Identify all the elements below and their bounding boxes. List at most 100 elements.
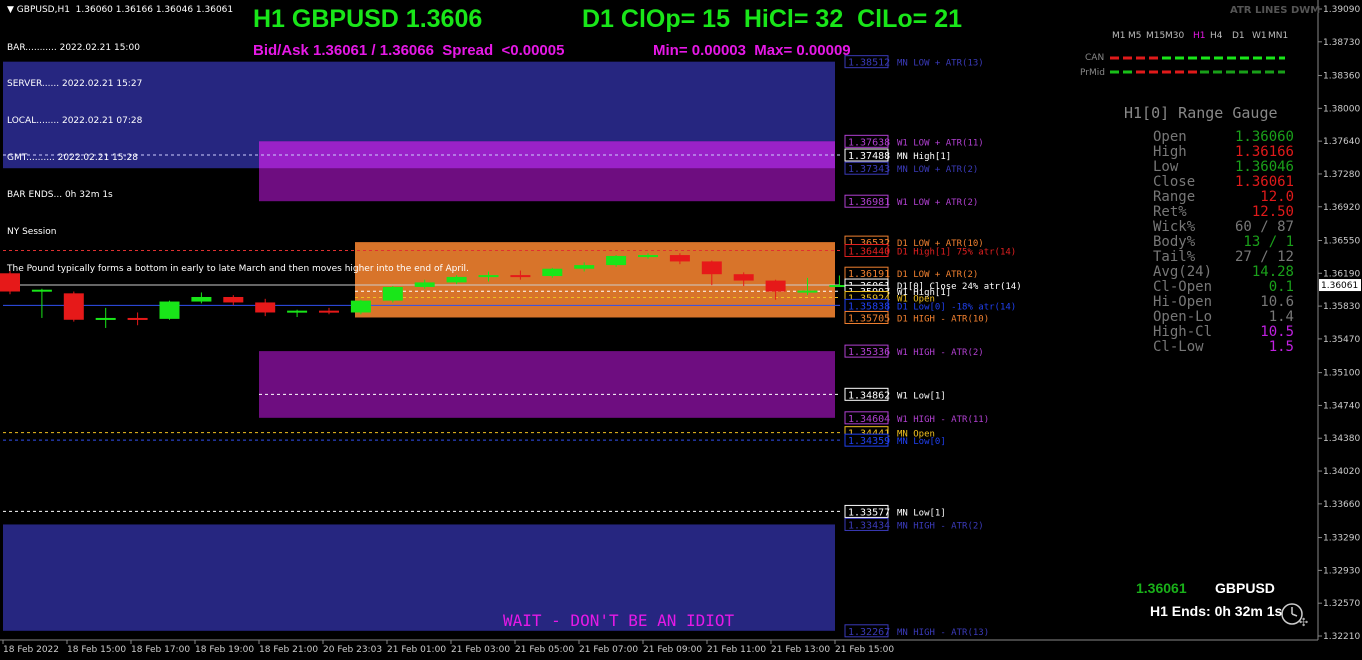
candle: [223, 295, 244, 306]
crosshair-icon[interactable]: ✣: [1299, 616, 1308, 629]
headline-stats: D1 ClOp= 15 HiCl= 32 ClLo= 21: [582, 5, 963, 33]
gauge-label: Cl-Low: [1153, 339, 1204, 355]
bottom-price: 1.36061: [1136, 580, 1187, 596]
trend-dashes: [1110, 56, 1285, 74]
tf-w1[interactable]: W1: [1252, 31, 1267, 41]
level-price: 1.37343: [848, 164, 890, 175]
gauge-value: 1.36046: [1234, 159, 1294, 175]
level-price: 1.36981: [848, 197, 890, 208]
time-tick-label: 21 Feb 05:00: [515, 645, 574, 655]
gauge-label: High-Cl: [1153, 324, 1213, 340]
time-tick-label: 18 Feb 2022: [3, 645, 59, 655]
candle: [255, 298, 276, 317]
tf-m1[interactable]: M1: [1112, 31, 1126, 41]
level-price: 1.33577: [848, 507, 890, 518]
level-label: MN HIGH - ATR(13): [897, 628, 989, 638]
time-tick-label: 18 Feb 17:00: [131, 645, 190, 655]
price-tick-label: 1.35830: [1323, 302, 1360, 312]
info-gmt-time: GMT.......... 2022.02.21 15:28: [7, 153, 138, 164]
info-local-time: LOCAL........ 2022.02.21 07:28: [7, 116, 143, 127]
candle: [63, 291, 84, 322]
time-tick-label: 18 Feb 15:00: [67, 645, 126, 655]
price-tick-label: 1.39090: [1323, 5, 1360, 15]
price-tick-label: 1.36190: [1323, 269, 1360, 279]
time-tick-label: 21 Feb 07:00: [579, 645, 638, 655]
level-price: 1.34359: [848, 436, 890, 447]
level-marker: 1.35705 D1 HIGH - ATR(10): [844, 310, 989, 324]
gauge-value: 60 / 87: [1234, 219, 1294, 235]
price-tick-label: 1.36550: [1323, 236, 1360, 246]
candle: [287, 309, 308, 318]
level-marker: 1.37488 MN High[1]: [844, 148, 951, 162]
time-tick-label: 20 Feb 23:03: [323, 645, 382, 655]
level-price: 1.37488: [848, 151, 890, 162]
level-price: 1.35705: [848, 313, 890, 324]
level-label: W1 LOW + ATR(11): [897, 138, 984, 148]
level-label: W1 LOW + ATR(2): [897, 198, 978, 208]
symbol-header: ▼ GBPUSD,H1 1.36060 1.36166 1.36046 1.36…: [7, 4, 233, 16]
tf-m30[interactable]: M30: [1165, 31, 1184, 41]
level-price: 1.36440: [848, 247, 890, 258]
gauge-value: 1.36166: [1234, 144, 1294, 160]
bottom-symbol: GBPUSD: [1215, 580, 1275, 596]
bar-ends-label: H1 Ends: 0h 32m 1s: [1150, 603, 1283, 619]
price-tick-label: 1.37280: [1323, 170, 1360, 180]
level-label: MN Low[0]: [897, 437, 946, 447]
tf-m15[interactable]: M15: [1146, 31, 1165, 41]
level-marker: 1.32267 MN HIGH - ATR(13): [844, 624, 989, 638]
level-label: D1 HIGH - ATR(10): [897, 314, 989, 324]
price-tick-label: 1.32930: [1323, 566, 1360, 576]
info-seasonal-note: The Pound typically forms a bottom in ea…: [7, 263, 469, 274]
price-tick-label: 1.34380: [1323, 434, 1360, 444]
candle: [319, 307, 339, 315]
level-marker: 1.33434 MN HIGH - ATR(2): [844, 517, 984, 531]
gauge-label: Tail%: [1153, 249, 1196, 265]
gauge-title: H1[0] Range Gauge: [1124, 104, 1278, 122]
headline-title: H1 GBPUSD 1.3606: [253, 5, 483, 33]
tf-h4[interactable]: H4: [1210, 31, 1223, 41]
time-tick-label: 21 Feb 01:00: [387, 645, 446, 655]
gauge-label: Open-Lo: [1153, 309, 1213, 325]
level-label: MN High[1]: [897, 152, 951, 162]
level-marker: 1.33577 MN Low[1]: [844, 504, 946, 518]
info-server-time: SERVER...... 2022.02.21 15:27: [7, 79, 143, 90]
candle: [159, 300, 180, 320]
gauge-label: Ret%: [1153, 204, 1187, 220]
candle: [95, 307, 116, 328]
level-label: W1 HIGH - ATR(2): [897, 348, 984, 358]
price-tick-label: 1.36920: [1323, 203, 1360, 213]
gauge-label: Wick%: [1153, 219, 1196, 235]
current-price-label: 1.36061: [1321, 281, 1358, 291]
price-tick-label: 1.38360: [1323, 72, 1360, 82]
gauge-value: 10.5: [1260, 324, 1294, 340]
tf-d1[interactable]: D1: [1232, 31, 1245, 41]
level-label: MN Low[1]: [897, 508, 946, 518]
price-tick-label: 1.32570: [1323, 599, 1360, 609]
level-label: D1 Low[0] -18% atr(14): [897, 302, 1016, 312]
indicator-name: ATR LINES DWM: [1230, 5, 1321, 16]
warning-message: WAIT - DON'T BE AN IDIOT: [503, 611, 735, 630]
level-price: 1.33434: [848, 520, 890, 531]
info-bar-ends: BAR ENDS... 0h 32m 1s: [7, 190, 113, 201]
price-tick-label: 1.38730: [1323, 38, 1360, 48]
gauge-label: Low: [1153, 159, 1179, 175]
tf-m5[interactable]: M5: [1128, 31, 1142, 41]
tf-mn1[interactable]: MN1: [1268, 31, 1288, 41]
price-tick-label: 1.37640: [1323, 137, 1360, 147]
level-price: 1.34604: [848, 414, 890, 425]
level-price: 1.37638: [848, 137, 890, 148]
min-max: Min= 0.00003 Max= 0.00009: [653, 42, 851, 59]
level-label: MN LOW + ATR(2): [897, 165, 978, 175]
time-tick-label: 18 Feb 19:00: [195, 645, 254, 655]
level-price: 1.32267: [848, 627, 890, 638]
gauge-value: 10.6: [1260, 294, 1294, 310]
gauge-value: 0.1: [1268, 279, 1294, 295]
level-label: W1 HIGH - ATR(11): [897, 415, 989, 425]
gauge-label: Close: [1153, 174, 1196, 190]
symbol-arrow-icon: ▼: [7, 5, 14, 15]
price-tick-label: 1.35470: [1323, 335, 1360, 345]
level-marker: 1.34604 W1 HIGH - ATR(11): [844, 411, 989, 425]
gauge-label: Hi-Open: [1153, 294, 1213, 310]
gauge-value: 1.4: [1268, 309, 1294, 325]
tf-h1[interactable]: H1: [1193, 31, 1206, 41]
